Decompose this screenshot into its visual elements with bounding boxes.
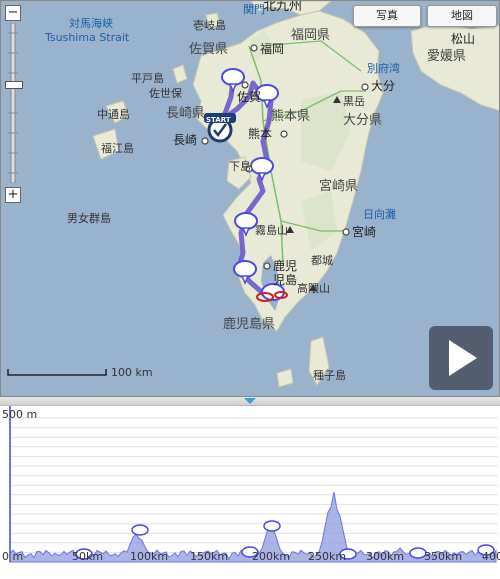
- map-label-kanmon: 関門: [243, 3, 265, 16]
- elevation-x-tick: 50km: [72, 550, 104, 563]
- zoom-slider-handle[interactable]: [5, 81, 23, 89]
- map-label-kagoshima-2: 児島: [273, 273, 298, 287]
- map-label-fukuoka-pref: 福岡県: [291, 28, 331, 43]
- scale-label: 100 km: [111, 366, 153, 379]
- map-label-kagoshima: 鹿児: [273, 259, 298, 273]
- panel-divider[interactable]: [0, 397, 500, 406]
- map-label-hiradojima: 平戸島: [131, 72, 164, 85]
- map-label-saga-city: 佐賀: [237, 90, 262, 104]
- elevation-x-tick: 200km: [252, 550, 291, 563]
- map-label-ehime-pref: 愛媛県: [427, 49, 467, 64]
- map-label-takakuma: 高隈山: [297, 282, 330, 295]
- map-label-nakadori: 中通島: [97, 108, 130, 121]
- elevation-y-max-label: 500 m: [2, 408, 38, 421]
- map-label-fukuoka-city: 福岡: [260, 42, 285, 56]
- map-label-kirishima: 霧島山: [255, 224, 288, 237]
- map-label-oita-city: 大分: [371, 79, 396, 93]
- map-label-sasebo: 佐世保: [149, 87, 182, 100]
- scale-bar: [7, 369, 107, 376]
- start-marker-label: START: [206, 116, 231, 124]
- map-label-miyakonojo: 都城: [311, 254, 333, 267]
- map-label-shimoshima: 下島: [229, 160, 251, 173]
- photo-button[interactable]: 写真: [353, 5, 421, 27]
- elevation-profile[interactable]: 500 m 0 m 50km 100km 150km 200km 250km 300km 35…: [0, 406, 500, 575]
- profile-waypoint-marker[interactable]: [263, 520, 281, 532]
- map-label-fukue: 福江島: [101, 142, 134, 155]
- elevation-x-tick: 150km: [190, 550, 229, 563]
- elevation-x-tick: 350km: [424, 550, 463, 563]
- map-label-oita-pref: 大分県: [343, 113, 383, 128]
- profile-waypoint-marker[interactable]: [131, 524, 149, 536]
- map-label-tsushima-jp: 対馬海峡: [69, 17, 113, 30]
- map-label-beppu-bay: 別府湾: [367, 62, 400, 75]
- map-label-kumamoto-city: 熊本: [248, 127, 273, 141]
- zoom-slider-track[interactable]: [8, 23, 18, 183]
- map-label-tanegashima: 種子島: [313, 369, 346, 382]
- zoom-out-button[interactable]: −: [5, 5, 21, 21]
- map-label-kitakyushu: 北九州: [263, 0, 303, 14]
- play-button[interactable]: [429, 326, 493, 390]
- play-icon: [449, 340, 477, 376]
- elevation-x-tick: 0 m: [2, 550, 24, 563]
- map-terrain: [92, 1, 499, 388]
- map-label-iki: 壱岐島: [193, 19, 226, 32]
- zoom-in-button[interactable]: +: [5, 187, 21, 203]
- map-label-saga-pref: 佐賀県: [189, 42, 229, 57]
- elevation-x-tick: 100km: [130, 550, 169, 563]
- zoom-control[interactable]: − +: [5, 5, 23, 203]
- map-label-nagasaki-pref: 長崎県: [166, 106, 206, 121]
- elevation-x-tick: 300km: [366, 550, 405, 563]
- map-label-danjo: 男女群島: [67, 212, 111, 225]
- map-label-miyazaki-pref: 宮崎県: [319, 179, 359, 194]
- collapse-arrow-icon[interactable]: [243, 397, 257, 405]
- map-label-miyazaki-city: 宮崎: [352, 225, 377, 239]
- map-label-hyuga-nada: 日向灘: [363, 208, 396, 221]
- map-label-tsushima-en: Tsushima Strait: [45, 31, 130, 44]
- map-label-nagasaki-city: 長崎: [173, 133, 198, 147]
- map-label-matsuyama: 松山: [451, 32, 476, 46]
- map-label-kurodake: 黒岳: [343, 95, 365, 108]
- map-label-kagoshima-pref: 鹿児島県: [223, 317, 276, 332]
- elevation-x-tick: 250km: [308, 550, 347, 563]
- route-map[interactable]: 対馬海峡 Tsushima Strait 壱岐島 佐賀県 福岡 福岡県 北九州 …: [0, 0, 500, 397]
- elevation-x-tick: 400: [482, 550, 500, 563]
- map-view-button[interactable]: 地図: [427, 5, 497, 27]
- map-label-kumamoto-pref: 熊本県: [271, 109, 311, 124]
